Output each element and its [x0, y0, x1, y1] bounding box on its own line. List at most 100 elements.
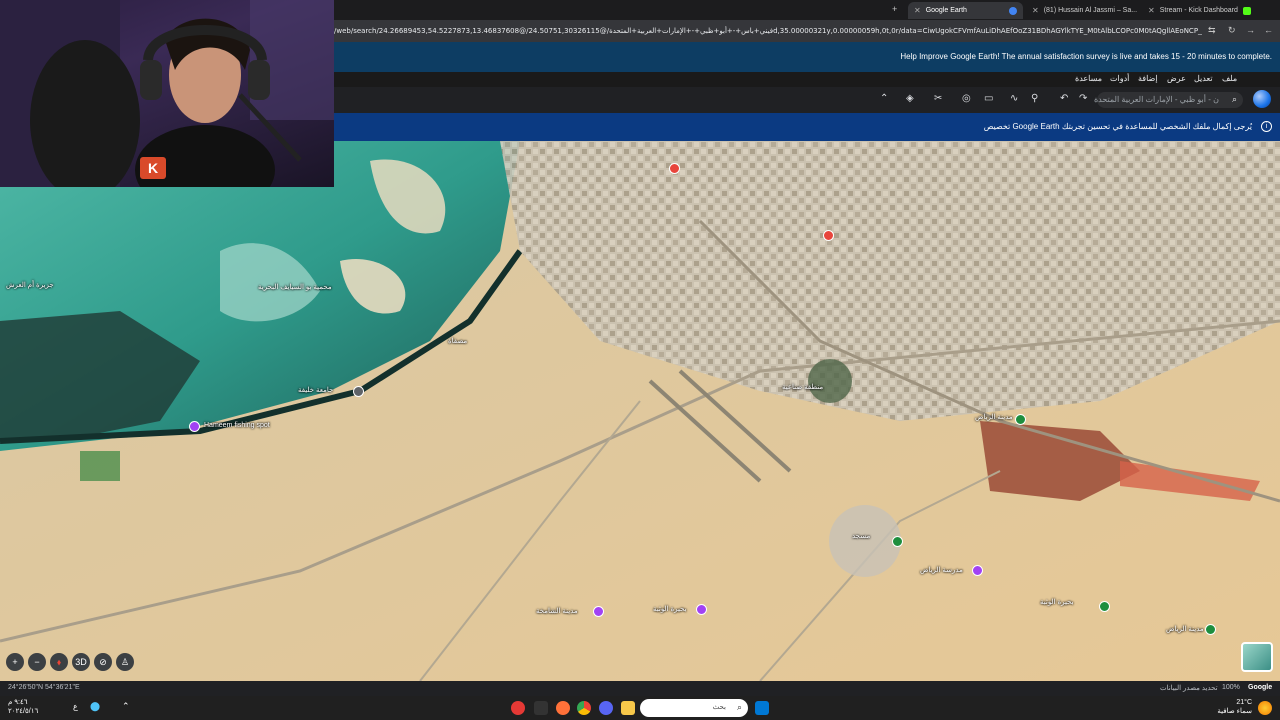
search-input[interactable]: ن - أبو ظبي - الإمارات العربية المتحدة [1094, 95, 1219, 104]
forward-icon[interactable]: → [1246, 25, 1255, 35]
search-icon[interactable]: ⌕ [1232, 94, 1237, 105]
lake-label: بحيرة الوثبة [653, 606, 687, 613]
status-bar: 24°26'50"N 54°36'21"E تحديد مصدر البيانا… [0, 681, 1280, 696]
menu-view[interactable]: عرض [1167, 74, 1186, 83]
system-clock[interactable]: 21°C سماء صافية [1217, 698, 1252, 716]
chevron-up-icon[interactable]: ⌃ [122, 701, 130, 712]
place-pin[interactable] [972, 565, 983, 576]
tab-label: Stream - Kick Dashboard [1159, 7, 1238, 14]
lake-pin[interactable] [696, 604, 707, 615]
tab-youtube[interactable]: ✕ (81) Hussain Al Jassmi – Sa... [1026, 2, 1140, 19]
photos-off-icon[interactable]: ⊘ [94, 653, 112, 671]
clock-time: 21°C [1236, 699, 1252, 706]
streamer-webcam: K [0, 0, 334, 187]
undo-icon[interactable]: ↶ [1060, 93, 1068, 104]
file-explorer-icon[interactable] [621, 701, 635, 715]
webcam-scene [0, 0, 334, 187]
data-attribution-link[interactable]: تحديد مصدر البيانات [1160, 684, 1218, 692]
clock-time: ٩:٤٦ م [8, 699, 28, 706]
kick-favicon-icon [1242, 6, 1251, 15]
map-controls: + − ⬧ 3D ⊘ ♙ [6, 653, 134, 671]
app-icon-terminal[interactable] [534, 701, 548, 715]
tab-label: (81) Hussain Al Jassmi – Sa... [1043, 7, 1138, 14]
google-earth-favicon-icon [1009, 6, 1017, 15]
fishing-spot-pin[interactable] [189, 421, 200, 432]
zoom-out-button[interactable]: − [28, 653, 46, 671]
notification-text[interactable]: تخصيص Google Earth يُرجى إكمال ملفك الشخ… [984, 122, 1252, 131]
google-earth-logo-icon[interactable] [1253, 90, 1271, 108]
place-pin[interactable] [1099, 601, 1110, 612]
park-pin[interactable] [1015, 414, 1026, 425]
map-style-button[interactable] [1241, 642, 1273, 672]
tab-google-earth[interactable]: ✕ Google Earth [908, 2, 1023, 19]
secondary-clock: ٩:٤٦ م ٢٠٢٤/٥/١٦ [8, 698, 38, 716]
east-label: بحيرة الوثبة [1040, 599, 1074, 606]
url-field[interactable]: /web/search/24.26689453,54.5227873,13.46… [334, 24, 1202, 38]
toggle-3d-button[interactable]: 3D [72, 653, 90, 671]
school-label: مدرسة الرياض [920, 567, 963, 574]
redo-icon[interactable]: ↷ [1079, 93, 1087, 104]
zoom-in-button[interactable]: + [6, 653, 24, 671]
menu-tools[interactable]: أدوات [1110, 74, 1129, 83]
back-icon[interactable]: ← [1264, 25, 1273, 35]
firefox-icon[interactable] [556, 701, 570, 715]
survey-text[interactable]: Help Improve Google Earth! The annual sa… [900, 52, 1272, 61]
industrial-label: منطقة صناعية [782, 384, 824, 391]
compass-icon[interactable]: ⬧ [50, 653, 68, 671]
placemark-icon[interactable]: ⚲ [1031, 93, 1038, 104]
discord-icon[interactable] [599, 701, 613, 715]
close-icon[interactable]: ✕ [1032, 6, 1039, 15]
far-east-label: مدينة الرياض [1166, 626, 1204, 633]
tools-icon[interactable]: ✂ [934, 93, 942, 104]
info-icon: i [1261, 121, 1272, 132]
microphone-icon[interactable]: ⬤ [90, 701, 100, 712]
windows-taskbar: ٩:٤٦ م ٢٠٢٤/٥/١٦ ع ⬤ ⌃ بحث ⌕ 21°C سماء ص… [0, 696, 1280, 720]
hospital-pin[interactable] [823, 230, 834, 241]
ruler-icon[interactable]: ▭ [984, 93, 993, 104]
kick-logo-icon: K [140, 157, 166, 179]
view-icon[interactable]: ◎ [962, 93, 971, 104]
zoom-level: 100% [1222, 684, 1240, 691]
search-box[interactable]: ن - أبو ظبي - الإمارات العربية المتحدة ⌕ [1094, 92, 1243, 108]
weather-icon[interactable] [1258, 701, 1272, 715]
menu-add[interactable]: إضافة [1138, 74, 1158, 83]
tune-icon[interactable]: ⇆ [1208, 25, 1216, 36]
tab-label: Google Earth [925, 7, 967, 14]
fishing-spot-label: Hameem fishing spot [204, 422, 270, 429]
coordinates-readout: 24°26'50"N 54°36'21"E [8, 684, 80, 691]
close-icon[interactable]: ✕ [914, 6, 921, 15]
weather-desc: سماء صافية [1217, 708, 1252, 715]
reload-icon[interactable]: ↻ [1228, 25, 1236, 36]
language-indicator[interactable]: ع [73, 702, 78, 711]
menu-file[interactable]: ملف [1222, 74, 1237, 83]
place-pin[interactable] [353, 386, 364, 397]
tab-kick-dashboard[interactable]: ✕ Stream - Kick Dashboard [1142, 2, 1260, 19]
pegman-icon[interactable]: ♙ [116, 653, 134, 671]
start-icon[interactable] [755, 701, 769, 715]
path-icon[interactable]: ∿ [1010, 93, 1018, 104]
satellite-imagery [0, 141, 1280, 681]
chevron-up-icon[interactable]: ⌃ [880, 93, 888, 104]
search-icon[interactable]: ⌕ [737, 702, 742, 713]
place-pin[interactable] [1205, 624, 1216, 635]
west-label: مدينة الشامخة [536, 608, 578, 615]
lake-pin[interactable] [593, 606, 604, 617]
menu-help[interactable]: مساعدة [1075, 74, 1102, 83]
layers-icon[interactable]: ◈ [906, 93, 914, 104]
island-label: جزيرة أم العرش [6, 282, 54, 289]
mosque-label: مسجد [852, 533, 871, 540]
taskbar-search-input[interactable]: بحث [713, 703, 726, 711]
university-label: جامعة خليفة [298, 387, 334, 394]
clock-date: ٢٠٢٤/٥/١٦ [8, 708, 39, 715]
taskbar-search[interactable]: بحث ⌕ [640, 699, 748, 717]
app-icon-recorder[interactable] [511, 701, 525, 715]
reserve-label: محمية بو السيايف البحرية [258, 284, 332, 291]
menu-edit[interactable]: تعديل [1194, 74, 1213, 83]
chrome-icon[interactable] [577, 701, 591, 715]
close-icon[interactable]: ✕ [1148, 6, 1155, 15]
hospital-pin[interactable] [669, 163, 680, 174]
park-pin[interactable] [892, 536, 903, 547]
new-tab-icon[interactable]: + [892, 4, 897, 14]
google-logo: Google [1248, 684, 1273, 691]
map-canvas[interactable]: Hameem fishing spot محمية بو السيايف الب… [0, 141, 1280, 681]
